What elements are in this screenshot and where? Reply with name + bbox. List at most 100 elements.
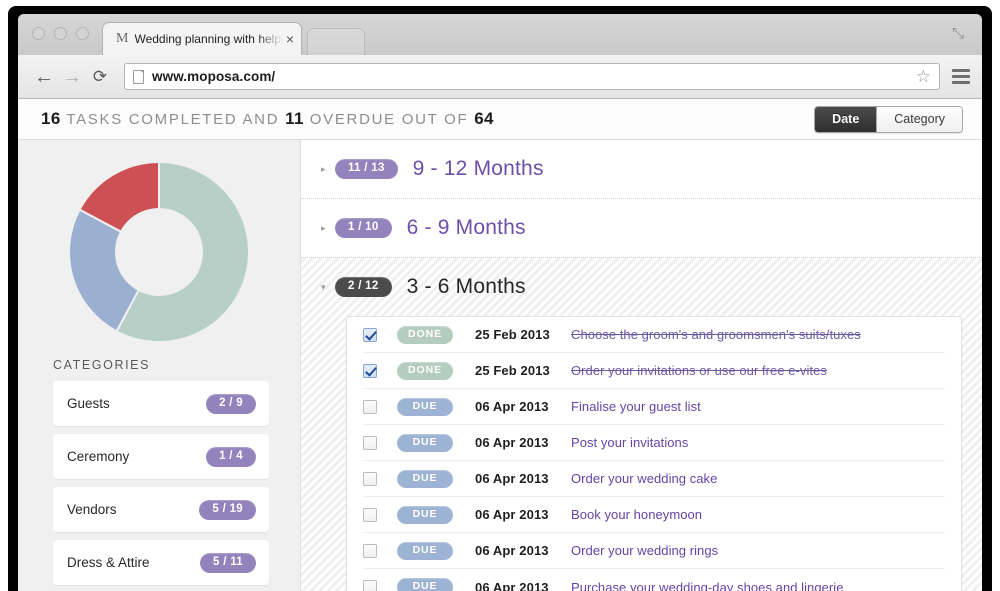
task-list: DONE 25 Feb 2013 Choose the groom's and gr… — [346, 316, 962, 591]
task-checkbox[interactable] — [363, 471, 377, 486]
task-date: 06 Apr 2013 — [475, 399, 549, 414]
new-tab-button[interactable] — [307, 28, 365, 55]
task-row[interactable]: DUE 06 Apr 2013 Order your wedding rings — [363, 533, 945, 569]
category-card[interactable]: Vendors 5 / 19 — [53, 487, 269, 532]
task-title[interactable]: Choose the groom's and groomsmen's suits… — [571, 327, 861, 342]
task-title[interactable]: Post your invitations — [571, 435, 688, 450]
chevron-right-icon[interactable]: ▸ — [321, 164, 335, 174]
donut-svg — [69, 162, 249, 342]
section-header[interactable]: ▾ 2 / 12 3 - 6 Months — [301, 258, 982, 316]
task-sections: ▸ 11 / 13 9 - 12 Months ▸ 1 / 10 6 - 9 Months… — [301, 140, 982, 591]
reload-button[interactable]: ⟳ — [86, 68, 114, 85]
task-checkbox[interactable] — [363, 543, 377, 558]
section-header[interactable]: ▸ 11 / 13 9 - 12 Months — [301, 140, 982, 198]
task-date: 06 Apr 2013 — [475, 435, 549, 450]
section-count-badge: 11 / 13 — [335, 159, 398, 179]
document-icon — [133, 69, 144, 84]
expand-window-icon[interactable]: ⤡ — [952, 26, 968, 42]
task-status-badge: DONE — [397, 325, 453, 344]
task-checkbox[interactable] — [363, 580, 377, 591]
category-count-badge: 5 / 11 — [200, 552, 256, 573]
task-date: 06 Apr 2013 — [475, 471, 549, 486]
task-status-badge: DUE — [397, 505, 453, 524]
task-title[interactable]: Order your wedding cake — [571, 471, 717, 486]
task-checkbox[interactable] — [363, 507, 377, 522]
task-date: 06 Apr 2013 — [475, 579, 549, 591]
task-checkbox[interactable] — [363, 435, 377, 450]
section-count-badge: 2 / 12 — [335, 277, 392, 297]
category-card[interactable]: Ceremony 1 / 4 — [53, 434, 269, 479]
hamburger-menu-icon[interactable] — [952, 69, 970, 84]
section-count-badge: 1 / 10 — [335, 218, 392, 238]
close-window-button[interactable] — [32, 27, 45, 40]
task-status-badge: DUE — [397, 469, 453, 488]
chevron-right-icon[interactable]: ▸ — [321, 223, 335, 233]
tab-favicon-icon: M — [116, 31, 129, 46]
tab-title: Wedding planning with helpf — [134, 32, 283, 46]
category-name: Ceremony — [67, 449, 130, 464]
completed-count: 16 — [41, 109, 61, 128]
browser-tabstrip: M Wedding planning with helpf × ⤡ — [18, 14, 982, 55]
task-date: 06 Apr 2013 — [475, 507, 549, 522]
browser-toolbar: ← → ⟳ www.moposa.com/ ☆ — [18, 55, 982, 99]
task-date: 06 Apr 2013 — [475, 543, 549, 558]
category-count-badge: 2 / 9 — [206, 393, 256, 414]
task-row[interactable]: DONE 25 Feb 2013 Choose the groom's and gr… — [363, 317, 945, 353]
section-title: 3 - 6 Months — [406, 275, 526, 298]
task-date: 25 Feb 2013 — [475, 363, 550, 378]
tab-close-icon[interactable]: × — [286, 31, 294, 47]
category-name: Vendors — [67, 502, 117, 517]
task-status-badge: DUE — [397, 397, 453, 416]
app-body: Categories Guests 2 / 9 Ceremony 1 / 4 Vendo… — [18, 140, 982, 591]
task-checkbox[interactable] — [363, 399, 377, 414]
progress-donut-chart — [18, 140, 300, 342]
category-count-badge: 1 / 4 — [206, 446, 256, 467]
toggle-date-button[interactable]: Date — [815, 107, 877, 132]
browser-tab[interactable]: M Wedding planning with helpf × — [102, 22, 302, 55]
bookmark-star-icon[interactable]: ☆ — [916, 68, 931, 86]
app-header: 16 tasks completed and 11 overdue out of… — [18, 99, 982, 140]
task-title[interactable]: Purchase your wedding-day shoes and ling… — [571, 580, 843, 591]
forward-button[interactable]: → — [58, 67, 86, 87]
maximize-window-button[interactable] — [76, 27, 89, 40]
total-count: 64 — [474, 109, 494, 128]
task-row[interactable]: DONE 25 Feb 2013 Order your invitations or… — [363, 353, 945, 389]
task-checkbox[interactable] — [363, 327, 377, 342]
section-title: 6 - 9 Months — [406, 216, 526, 239]
summary-text-2: overdue out of — [309, 111, 469, 128]
task-status-badge: DUE — [397, 433, 453, 452]
browser-window: M Wedding planning with helpf × ⤡ ← → ⟳ … — [18, 14, 982, 591]
minimize-window-button[interactable] — [54, 27, 67, 40]
task-row[interactable]: DUE 06 Apr 2013 Finalise your guest list — [363, 389, 945, 425]
task-title[interactable]: Order your wedding rings — [571, 543, 718, 558]
category-name: Dress & Attire — [67, 555, 150, 570]
task-summary: 16 tasks completed and 11 overdue out of… — [41, 109, 494, 129]
task-row[interactable]: DUE 06 Apr 2013 Purchase your wedding-day … — [363, 569, 945, 591]
task-row[interactable]: DUE 06 Apr 2013 Order your wedding cake — [363, 461, 945, 497]
task-status-badge: DONE — [397, 361, 453, 380]
sidebar: Categories Guests 2 / 9 Ceremony 1 / 4 Vendo… — [18, 140, 301, 591]
category-name: Guests — [67, 396, 110, 411]
address-bar[interactable]: www.moposa.com/ ☆ — [124, 63, 940, 90]
window-frame: M Wedding planning with helpf × ⤡ ← → ⟳ … — [8, 6, 992, 591]
summary-text-1: tasks completed and — [66, 111, 280, 128]
view-toggle-group: Date Category — [814, 106, 963, 133]
task-section: ▾ 2 / 12 3 - 6 Months DONE 25 Feb 2013 Choose… — [301, 258, 982, 591]
task-title[interactable]: Order your invitations or use our free e… — [571, 363, 827, 378]
task-title[interactable]: Finalise your guest list — [571, 399, 701, 414]
task-checkbox[interactable] — [363, 363, 377, 378]
window-controls — [32, 27, 89, 40]
back-button[interactable]: ← — [30, 67, 58, 87]
task-row[interactable]: DUE 06 Apr 2013 Post your invitations — [363, 425, 945, 461]
task-title[interactable]: Book your honeymoon — [571, 507, 702, 522]
task-section: ▸ 11 / 13 9 - 12 Months — [301, 140, 982, 199]
section-header[interactable]: ▸ 1 / 10 6 - 9 Months — [301, 199, 982, 257]
task-status-badge: DUE — [397, 578, 453, 591]
category-list: Guests 2 / 9 Ceremony 1 / 4 Vendors 5 / 19 Dre… — [18, 381, 300, 585]
category-card[interactable]: Dress & Attire 5 / 11 — [53, 540, 269, 585]
toggle-category-button[interactable]: Category — [876, 107, 962, 132]
task-date: 25 Feb 2013 — [475, 327, 550, 342]
chevron-down-icon[interactable]: ▾ — [321, 282, 335, 292]
category-card[interactable]: Guests 2 / 9 — [53, 381, 269, 426]
task-row[interactable]: DUE 06 Apr 2013 Book your honeymoon — [363, 497, 945, 533]
